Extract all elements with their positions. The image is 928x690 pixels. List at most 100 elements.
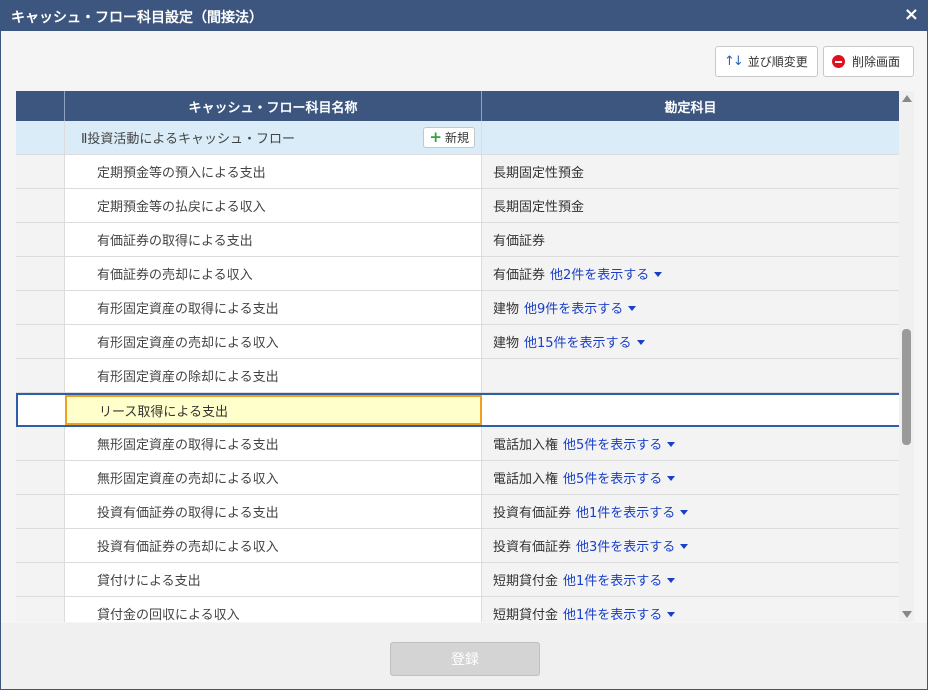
show-more-link[interactable]: 他5件を表示する	[563, 434, 676, 453]
cash-flow-name: 貸付金の回収による収入	[97, 608, 240, 622]
account-cell: 短期貸付金 他1件を表示する	[482, 563, 899, 596]
row-handle[interactable]	[16, 189, 65, 222]
cash-flow-name-cell[interactable]: 無形固定資産の取得による支出	[65, 427, 482, 460]
cash-flow-name: 定期預金等の払戻による収入	[97, 200, 266, 215]
cash-flow-name-cell[interactable]: 投資有価証券の取得による支出	[65, 495, 482, 528]
cash-flow-name: 投資有価証券の売却による収入	[97, 540, 279, 555]
account-cell: 建物 他9件を表示する	[482, 291, 899, 324]
table-row[interactable]: 投資有価証券の売却による収入 投資有価証券 他3件を表示する	[16, 529, 899, 563]
editing-name-cell[interactable]	[65, 395, 482, 425]
cash-flow-name-cell[interactable]: 無形固定資産の売却による収入	[65, 461, 482, 494]
caret-down-icon	[667, 441, 676, 447]
cash-flow-name-cell[interactable]: 貸付金の回収による収入	[65, 597, 482, 622]
cash-flow-name: 有形固定資産の除却による支出	[97, 370, 279, 385]
row-handle[interactable]	[16, 291, 65, 324]
account-cell: 長期固定性預金	[482, 189, 899, 222]
account-cell: 電話加入権 他5件を表示する	[482, 461, 899, 494]
account-cell	[482, 359, 899, 392]
show-more-link[interactable]: 他2件を表示する	[550, 264, 663, 283]
row-handle[interactable]	[16, 495, 65, 528]
vertical-scrollbar[interactable]	[899, 91, 914, 622]
sort-order-label: 並び順変更	[747, 55, 808, 69]
row-handle[interactable]	[16, 257, 65, 290]
show-more-link[interactable]: 他1件を表示する	[563, 604, 676, 622]
header-handle-column	[16, 91, 65, 121]
cash-flow-name: 無形固定資産の取得による支出	[97, 438, 279, 453]
table-row[interactable]: 定期預金等の払戻による収入 長期固定性預金	[16, 189, 899, 223]
row-handle[interactable]	[16, 359, 65, 392]
dialog-title: キャッシュ・フロー科目設定（間接法）	[11, 10, 263, 26]
cash-flow-name-cell[interactable]: 定期預金等の払戻による収入	[65, 189, 482, 222]
cash-flow-name-cell[interactable]: 有価証券の売却による収入	[65, 257, 482, 290]
table-row[interactable]: 有価証券の売却による収入 有価証券 他2件を表示する	[16, 257, 899, 291]
show-more-link[interactable]: 他3件を表示する	[576, 536, 689, 555]
table-row[interactable]: 有形固定資産の売却による収入 建物 他15件を表示する	[16, 325, 899, 359]
table-row[interactable]: 定期預金等の預入による支出 長期固定性預金	[16, 155, 899, 189]
account-name: 投資有価証券	[493, 540, 572, 555]
minus-circle-icon	[832, 55, 845, 68]
cash-flow-name-cell[interactable]: 有価証券の取得による支出	[65, 223, 482, 256]
cash-flow-name-cell[interactable]: 有形固定資産の取得による支出	[65, 291, 482, 324]
show-more-link[interactable]: 他1件を表示する	[576, 502, 689, 521]
table-row[interactable]: 有形固定資産の取得による支出 建物 他9件を表示する	[16, 291, 899, 325]
sort-order-button[interactable]: ↑↓ 並び順変更	[715, 46, 818, 77]
editing-row[interactable]	[16, 393, 899, 427]
cash-flow-name: 貸付けによる支出	[97, 574, 201, 589]
caret-down-icon	[667, 611, 676, 617]
table-row[interactable]: 有形固定資産の除却による支出	[16, 359, 899, 393]
sort-arrows-icon: ↑↓	[724, 54, 744, 69]
cash-flow-name-cell[interactable]: 有形固定資産の売却による収入	[65, 325, 482, 358]
table-row[interactable]: 投資有価証券の取得による支出 投資有価証券 他1件を表示する	[16, 495, 899, 529]
row-handle[interactable]	[16, 563, 65, 596]
row-handle[interactable]	[16, 461, 65, 494]
show-more-label: 他15件を表示する	[524, 336, 632, 351]
cash-flow-name: 投資有価証券の取得による支出	[97, 506, 279, 521]
show-more-link[interactable]: 他5件を表示する	[563, 468, 676, 487]
cash-flow-name-cell[interactable]: 投資有価証券の売却による収入	[65, 529, 482, 562]
caret-down-icon	[667, 475, 676, 481]
table-row[interactable]: 貸付けによる支出 短期貸付金 他1件を表示する	[16, 563, 899, 597]
caret-down-icon	[654, 271, 663, 277]
scroll-down-arrow-icon[interactable]	[902, 611, 912, 618]
row-handle[interactable]	[16, 325, 65, 358]
show-more-link[interactable]: 他9件を表示する	[524, 298, 637, 317]
cash-flow-grid: キャッシュ・フロー科目名称 勘定科目 Ⅱ投資活動によるキャッシュ・フロー + 新…	[16, 91, 899, 622]
caret-down-icon	[680, 509, 689, 515]
account-name: 建物	[493, 302, 520, 317]
table-row[interactable]: 貸付金の回収による収入 短期貸付金 他1件を表示する	[16, 597, 899, 622]
cash-flow-settings-dialog: キャッシュ・フロー科目設定（間接法） × ↑↓ 並び順変更 削除画面 キャッシュ…	[0, 0, 928, 690]
delete-screen-button[interactable]: 削除画面	[823, 46, 914, 77]
table-row[interactable]: 無形固定資産の売却による収入 電話加入権 他5件を表示する	[16, 461, 899, 495]
show-more-link[interactable]: 他1件を表示する	[563, 570, 676, 589]
cash-flow-name: 有価証券の取得による支出	[97, 234, 253, 249]
row-handle[interactable]	[16, 427, 65, 460]
account-cell: 有価証券	[482, 223, 899, 256]
row-handle[interactable]	[18, 395, 65, 425]
show-more-label: 他1件を表示する	[563, 574, 663, 589]
close-icon[interactable]: ×	[904, 4, 919, 26]
table-row[interactable]: 有価証券の取得による支出 有価証券	[16, 223, 899, 257]
cash-flow-name-cell[interactable]: 有形固定資産の除却による支出	[65, 359, 482, 392]
show-more-label: 他1件を表示する	[576, 506, 676, 521]
cash-flow-name-cell[interactable]: 定期預金等の預入による支出	[65, 155, 482, 188]
table-row[interactable]: 無形固定資産の取得による支出 電話加入権 他5件を表示する	[16, 427, 899, 461]
account-name: 有価証券	[493, 268, 546, 283]
row-handle	[16, 121, 65, 154]
section-account-cell	[482, 121, 899, 154]
account-cell: 長期固定性預金	[482, 155, 899, 188]
account-name: 短期貸付金	[493, 608, 559, 622]
row-handle[interactable]	[16, 155, 65, 188]
row-handle[interactable]	[16, 597, 65, 622]
cash-flow-name-input[interactable]	[99, 402, 479, 418]
scroll-thumb[interactable]	[902, 329, 911, 445]
account-cell: 短期貸付金 他1件を表示する	[482, 597, 899, 622]
scroll-up-arrow-icon[interactable]	[902, 95, 912, 102]
new-button[interactable]: + 新規	[423, 127, 475, 148]
section-cell: Ⅱ投資活動によるキャッシュ・フロー + 新規	[65, 121, 482, 154]
show-more-link[interactable]: 他15件を表示する	[524, 332, 645, 351]
register-button[interactable]: 登録	[390, 642, 540, 676]
row-handle[interactable]	[16, 529, 65, 562]
cash-flow-name-cell[interactable]: 貸付けによる支出	[65, 563, 482, 596]
row-handle[interactable]	[16, 223, 65, 256]
account-cell: 有価証券 他2件を表示する	[482, 257, 899, 290]
